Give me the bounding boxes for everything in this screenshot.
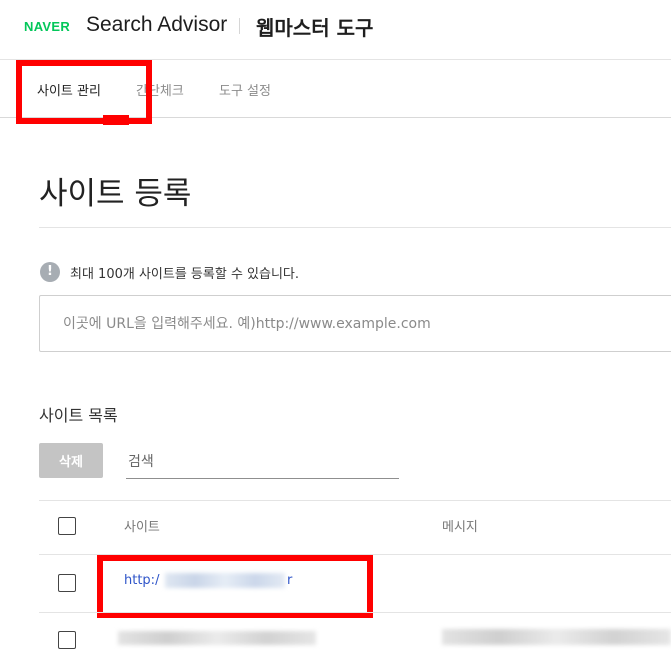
select-all-checkbox[interactable] xyxy=(58,517,76,535)
url-input[interactable] xyxy=(39,295,671,352)
table-header-rule xyxy=(39,554,671,555)
tab-simple-check[interactable]: 간단체크 xyxy=(136,80,184,99)
table-top-rule xyxy=(39,500,671,501)
tab-site-management[interactable]: 사이트 관리 xyxy=(37,80,101,99)
tool-title[interactable]: 웹마스터 도구 xyxy=(256,12,373,41)
header-divider xyxy=(239,18,240,34)
title-divider xyxy=(39,227,671,228)
site-link[interactable]: http:/ xyxy=(124,573,159,588)
info-icon: ! xyxy=(40,262,60,282)
redacted-site-url xyxy=(165,573,285,588)
info-text: 최대 100개 사이트를 등록할 수 있습니다. xyxy=(70,267,300,282)
column-message: 메시지 xyxy=(442,520,478,535)
delete-button[interactable]: 삭제 xyxy=(39,443,103,478)
redacted-message xyxy=(442,629,671,645)
tab-bar: 사이트 관리 간단체크 도구 설정 xyxy=(0,60,671,118)
product-name[interactable]: Search Advisor xyxy=(86,13,227,37)
row-checkbox[interactable] xyxy=(58,631,76,649)
tab-tool-settings[interactable]: 도구 설정 xyxy=(219,80,271,99)
site-list-title: 사이트 목록 xyxy=(39,406,118,425)
search-input[interactable] xyxy=(126,446,399,479)
site-link-tail[interactable]: r xyxy=(287,573,292,588)
active-tab-indicator xyxy=(103,115,129,125)
column-site: 사이트 xyxy=(124,520,160,535)
page-title: 사이트 등록 xyxy=(39,176,192,212)
naver-logo[interactable]: NAVER xyxy=(24,19,70,34)
table-row-rule xyxy=(39,612,671,613)
redacted-site-url xyxy=(118,631,316,645)
top-header: NAVER Search Advisor 웹마스터 도구 xyxy=(0,0,671,60)
row-checkbox[interactable] xyxy=(58,574,76,592)
